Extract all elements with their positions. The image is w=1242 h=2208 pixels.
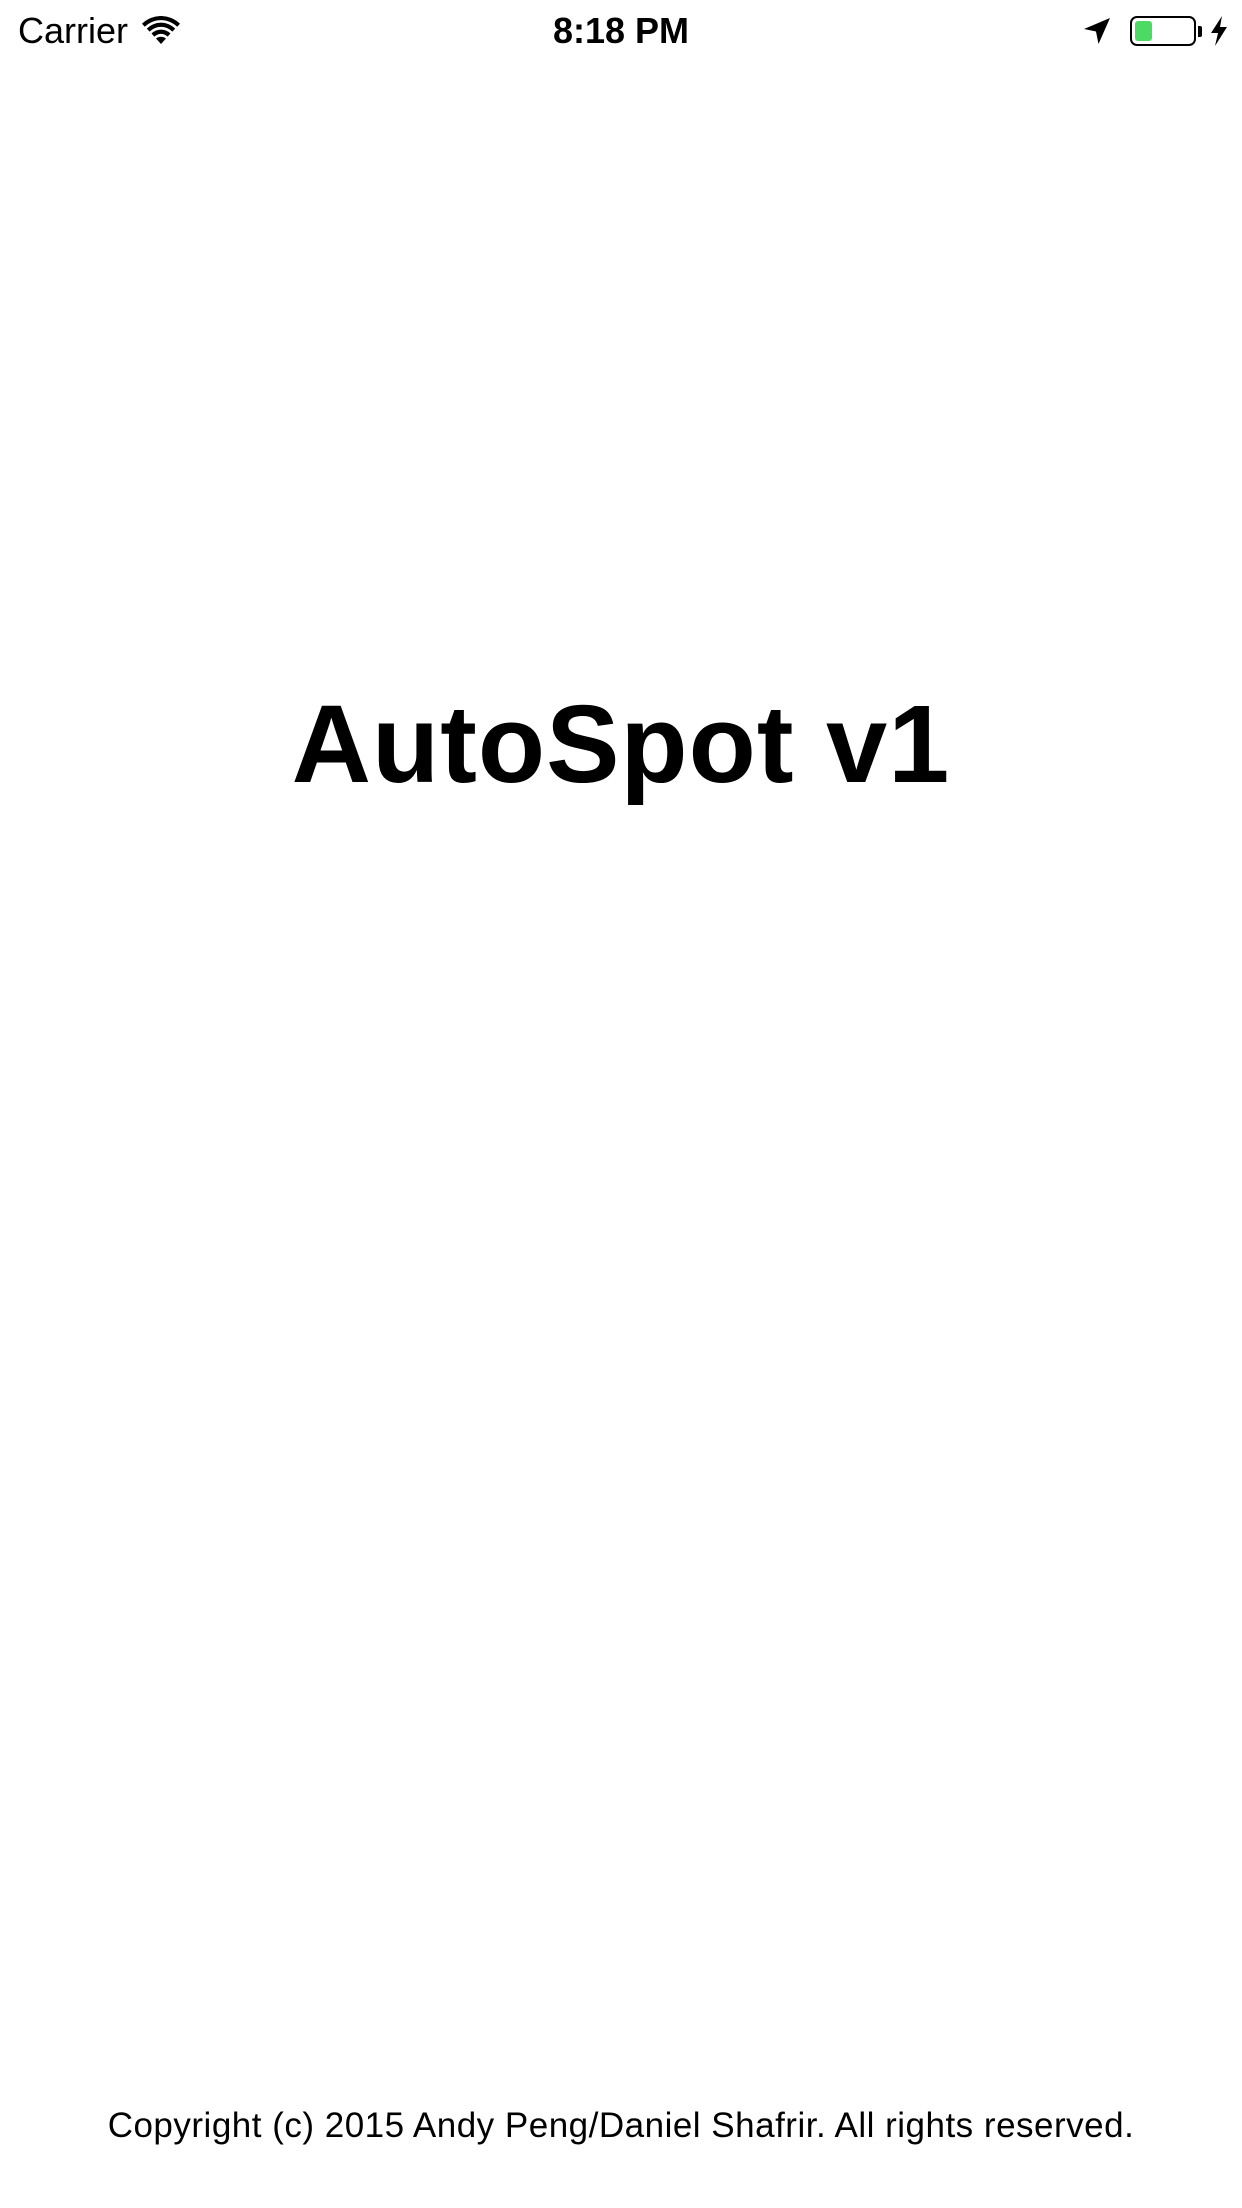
copyright-text: Copyright (c) 2015 Andy Peng/Daniel Shaf… <box>107 2106 1135 2145</box>
battery-level-fill <box>1135 21 1152 41</box>
app-title: AutoSpot v1 <box>291 683 951 806</box>
status-time: 8:18 PM <box>552 10 690 51</box>
battery-tip <box>1198 25 1202 37</box>
status-right-group <box>1082 12 1228 50</box>
charging-bolt-icon <box>1211 16 1227 46</box>
location-arrow-icon <box>1084 18 1110 44</box>
battery-icon <box>1130 16 1196 46</box>
status-bar: Carrier 8:18 PM <box>0 0 1242 60</box>
